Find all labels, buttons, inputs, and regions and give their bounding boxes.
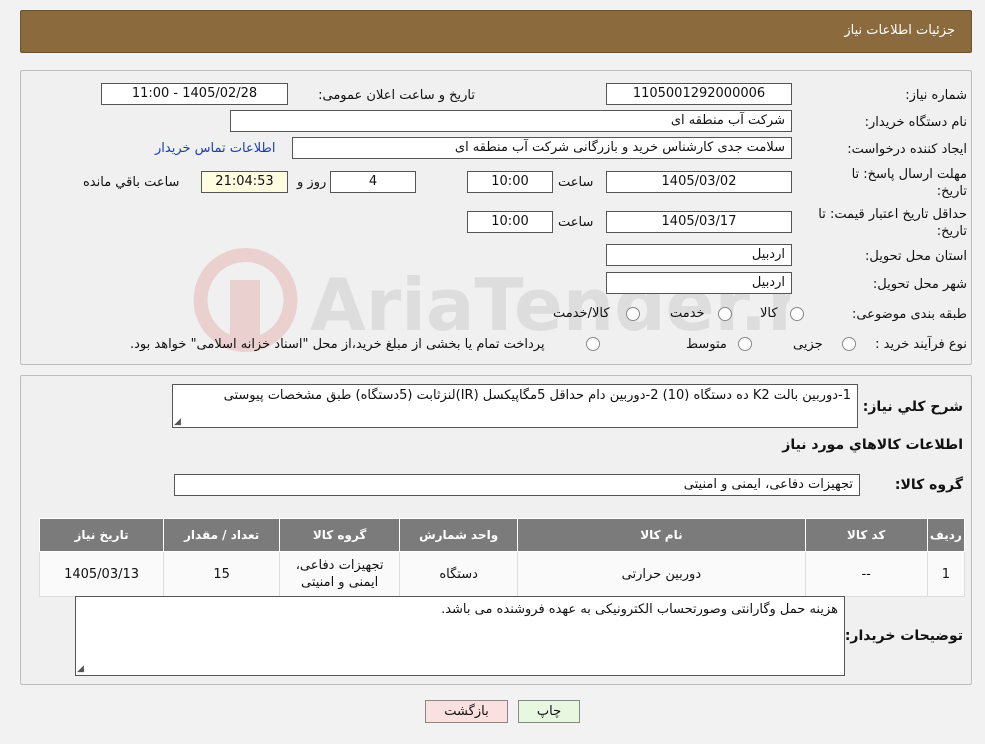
category-option-goods-service: کالا/خدمت [553, 306, 610, 321]
summary-label: شرح کلي نياز: [862, 399, 963, 415]
print-button[interactable]: چاپ [518, 700, 580, 723]
need-number-label: شماره نیاز: [905, 88, 967, 103]
days-label: روز و [297, 175, 327, 190]
cell-group-line1: تجهیزات دفاعی، [295, 558, 384, 573]
goods-group-field: تجهیزات دفاعی، ایمنی و امنیتی [174, 474, 860, 496]
process-label: نوع فرآیند خرید : [875, 337, 967, 352]
category-radio-goods[interactable] [790, 307, 804, 321]
province-label: استان محل تحویل: [865, 249, 967, 264]
reply-time-field: 10:00 [467, 171, 553, 193]
process-note: پرداخت تمام یا بخشی از مبلغ خرید،از محل … [130, 337, 545, 352]
price-validity-label-2: تاریخ: [936, 224, 967, 239]
table-header-row: رديف کد کالا نام کالا واحد شمارش گروه کا… [38, 518, 966, 552]
creator-field: سلامت جدی کارشناس خرید و بازرگانی شرکت آ… [292, 137, 792, 159]
category-radio-goods-service[interactable] [626, 307, 640, 321]
province-field: اردبیل [606, 244, 792, 266]
reply-time-label: ساعت [558, 175, 594, 190]
cell-group-line2: ایمنی و امنیتی [301, 575, 379, 590]
validity-time-field: 10:00 [467, 211, 553, 233]
process-radio-medium[interactable] [738, 337, 752, 351]
price-validity-label: حداقل تاریخ اعتبار قیمت: تا [818, 207, 967, 222]
buyer-notes-text: هزینه حمل وگارانتی وصورتحساب الکترونیکی … [75, 596, 845, 676]
cell-name: دوربین حرارتی [517, 551, 806, 597]
buyer-notes-label: توضیحات خریدار: [844, 628, 963, 644]
process-option-medium: متوسط [686, 337, 727, 352]
creator-label: ایجاد کننده درخواست: [847, 142, 967, 157]
resize-handle-icon[interactable]: ◢ [174, 417, 181, 427]
announce-field: 1405/02/28 - 11:00 [101, 83, 288, 105]
category-label: طبقه بندی موضوعی: [851, 307, 967, 322]
announce-label: تاریخ و ساعت اعلان عمومی: [318, 88, 475, 103]
resize-handle-icon[interactable]: ◢ [77, 664, 84, 674]
city-label: شهر محل تحویل: [872, 277, 967, 292]
cell-unit: دستگاه [399, 551, 519, 597]
reply-date-field: 1405/03/02 [606, 171, 792, 193]
page-header: جزئیات اطلاعات نیاز [20, 10, 972, 53]
category-option-goods: کالا [760, 306, 778, 321]
col-qty: تعداد / مقدار [163, 518, 281, 552]
remaining-time-field: 21:04:53 [201, 171, 288, 193]
process-radio-minor[interactable] [842, 337, 856, 351]
col-index: رديف [926, 518, 966, 552]
validity-time-label: ساعت [558, 215, 594, 230]
buyer-org-label: نام دستگاه خریدار: [864, 115, 967, 130]
process-option-minor: جزیی [793, 337, 823, 352]
cell-date: 1405/03/13 [38, 551, 165, 597]
table-row: 1 -- دوربین حرارتی دستگاه تجهیزات دفاعی،… [38, 551, 966, 597]
col-group: گروه کالا [279, 518, 401, 552]
remaining-label: ساعت باقي مانده [83, 175, 180, 190]
buyer-org-field: شرکت آب منطقه ای [230, 110, 792, 132]
city-field: اردبیل [606, 272, 792, 294]
summary-text: 1-دوربین بالت K2 ده دستگاه (10) 2-دوربین… [172, 384, 858, 428]
goods-section-title: اطلاعات کالاهاي مورد نياز [782, 437, 963, 453]
validity-date-field: 1405/03/17 [606, 211, 792, 233]
category-option-service: خدمت [670, 306, 705, 321]
need-number-field: 1105001292000006 [606, 83, 792, 105]
col-date: تاريخ نياز [38, 518, 165, 552]
buyer-contact-link[interactable]: اطلاعات تماس خریدار [155, 141, 275, 156]
cell-index: 1 [926, 551, 966, 597]
goods-group-label: گروه کالا: [894, 477, 963, 493]
reply-deadline-label: مهلت ارسال پاسخ: تا [851, 167, 967, 182]
cell-code: -- [804, 551, 928, 597]
reply-deadline-label-2: تاریخ: [936, 184, 967, 199]
col-name: نام کالا [517, 518, 806, 552]
page-title: جزئیات اطلاعات نیاز [844, 23, 955, 38]
goods-table: رديف کد کالا نام کالا واحد شمارش گروه کا… [38, 518, 966, 597]
cell-qty: 15 [163, 551, 281, 597]
cell-group: تجهیزات دفاعی، ایمنی و امنیتی [279, 551, 401, 597]
category-radio-service[interactable] [718, 307, 732, 321]
col-unit: واحد شمارش [399, 518, 519, 552]
back-button[interactable]: بازگشت [425, 700, 508, 723]
days-field: 4 [330, 171, 416, 193]
process-checkbox-treasury[interactable] [586, 337, 600, 351]
col-code: کد کالا [804, 518, 928, 552]
